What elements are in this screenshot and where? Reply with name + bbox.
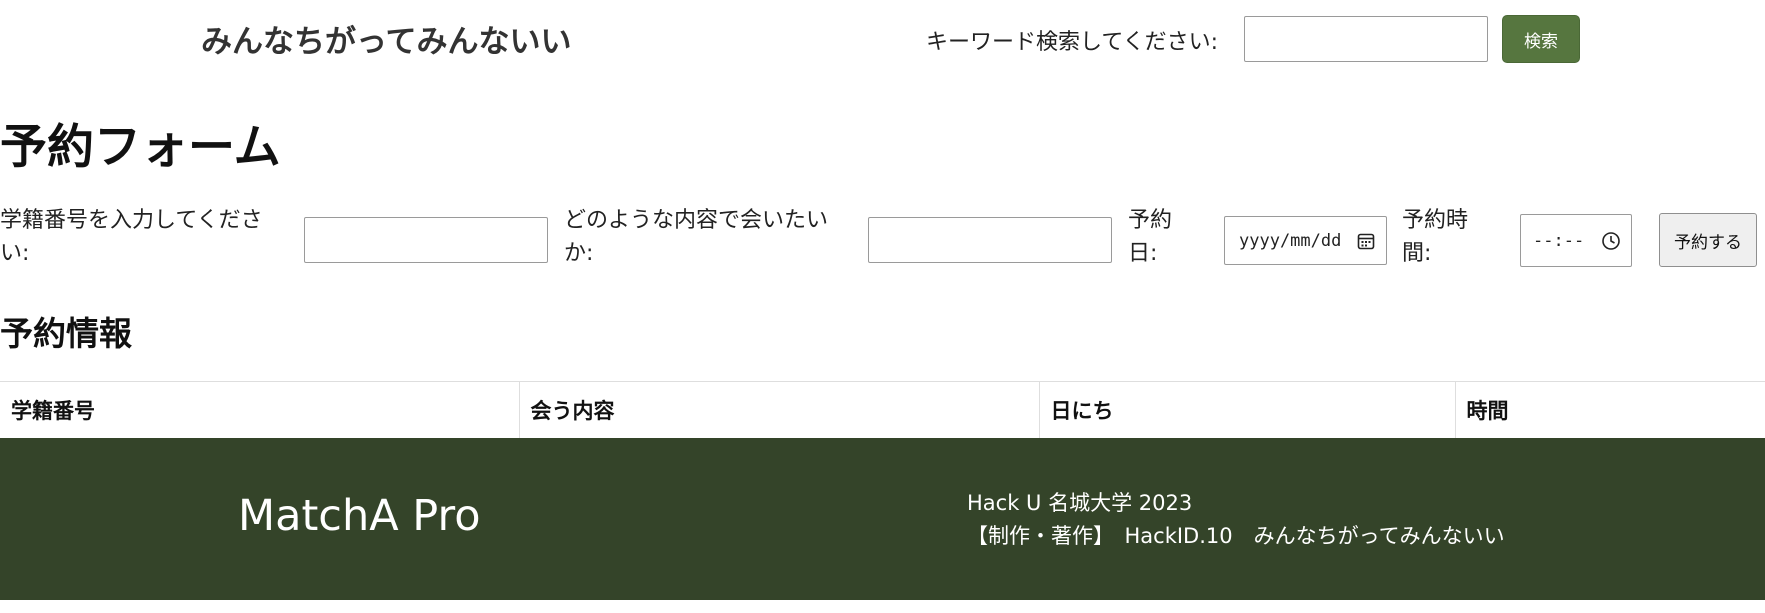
column-header-student-id: 学籍番号 [0,381,520,438]
footer-credit-text: 【制作・著作】 HackID.10 みんなちがってみんないい [967,524,1505,548]
search-label: キーワード検索してください: [926,30,1219,55]
footer: MatchA Pro Hack U 名城大学 2023 【制作・著作】 Hack… [0,438,1765,600]
meeting-content-field[interactable] [868,217,1112,263]
time-placeholder: --:-- [1533,230,1585,251]
table-header-row: 学籍番号 会う内容 日にち 時間 [0,381,1765,438]
reservation-table: 学籍番号 会う内容 日にち 時間 [0,381,1765,438]
reservation-time-field[interactable]: --:-- [1520,214,1632,267]
column-header-time: 時間 [1455,381,1765,438]
reservation-time-label: 予約時間: [1402,208,1469,266]
search-input[interactable] [1244,16,1488,62]
form-heading: 予約フォーム [0,120,281,175]
date-placeholder: yyyy/mm/dd [1239,230,1342,251]
footer-event-text: Hack U 名城大学 2023 [967,491,1193,515]
search-button[interactable]: 検索 [1502,15,1580,63]
reservation-date-field[interactable]: yyyy/mm/dd [1224,216,1387,265]
student-id-field[interactable] [304,217,548,263]
calendar-icon[interactable] [1356,231,1376,251]
page: みんなちがってみんないい キーワード検索してください: 検索 予約フォーム 学籍… [0,0,1765,613]
column-header-date: 日にち [1039,381,1456,438]
bottom-margin [0,600,1765,613]
meeting-content-label: どのような内容で会いたいか: [564,208,829,266]
site-title[interactable]: みんなちがってみんないい [201,16,571,61]
footer-logo: MatchA Pro [238,491,481,541]
reserve-button[interactable]: 予約する [1659,213,1757,267]
reservation-date-label: 予約日: [1128,208,1173,266]
student-id-label: 学籍番号を入力してください: [0,208,263,266]
clock-icon[interactable] [1601,231,1621,251]
info-heading: 予約情報 [0,314,132,353]
column-header-content: 会う内容 [519,381,1040,438]
